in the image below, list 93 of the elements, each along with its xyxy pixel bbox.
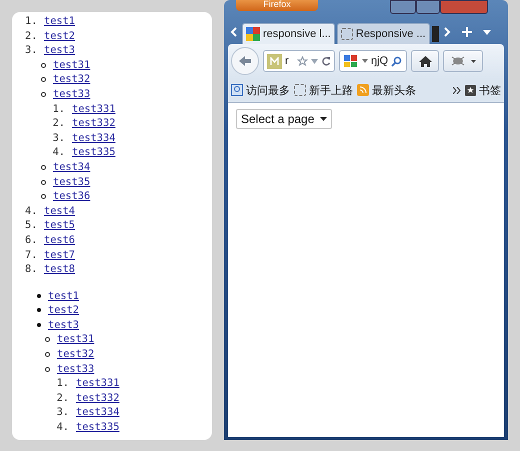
list-link[interactable]: test334 xyxy=(76,405,120,420)
list-number: 1. xyxy=(56,376,69,391)
list-number: 7. xyxy=(25,248,38,262)
back-button[interactable] xyxy=(231,47,259,75)
bullet-icon xyxy=(45,366,50,372)
tab-favicon-icon[interactable] xyxy=(432,26,439,42)
bullet-icon xyxy=(41,180,46,185)
list-link[interactable]: test335 xyxy=(72,145,116,160)
bullet-icon xyxy=(45,337,50,342)
bookmark-link[interactable]: 新手上路 xyxy=(294,82,353,98)
dropdown-caret-icon[interactable] xyxy=(362,59,368,63)
tab-list-caret-icon[interactable] xyxy=(482,30,491,34)
list-link[interactable]: test332 xyxy=(72,116,116,131)
list-link[interactable]: test36 xyxy=(53,189,90,204)
bullet-icon xyxy=(37,294,41,298)
bullet-icon xyxy=(37,322,41,327)
bookmark-link[interactable]: 访问最多 xyxy=(231,82,290,98)
favicon-icon xyxy=(246,27,260,41)
address-field[interactable]: r xyxy=(263,50,335,72)
list-link[interactable]: test331 xyxy=(72,102,116,116)
list-number: 1. xyxy=(52,102,65,116)
bookmarks-icon xyxy=(465,84,476,96)
maximize-button[interactable] xyxy=(416,0,440,14)
list-link[interactable]: test5 xyxy=(44,218,75,233)
list-link[interactable]: test332 xyxy=(76,390,120,406)
home-button[interactable] xyxy=(411,50,439,72)
list-link[interactable]: test1 xyxy=(44,14,75,29)
bullet-icon xyxy=(37,308,41,312)
list-link[interactable]: test33 xyxy=(53,86,90,102)
list-link[interactable]: test331 xyxy=(76,376,120,391)
blank-page-icon xyxy=(294,84,306,96)
site-icon xyxy=(267,54,282,68)
list-number: 2. xyxy=(56,390,69,406)
rss-icon xyxy=(357,84,369,96)
page-select[interactable]: Select a page xyxy=(236,109,332,129)
list-link[interactable]: test6 xyxy=(44,232,75,248)
bullet-icon xyxy=(41,92,46,97)
bookmark-link[interactable]: 最新头条 xyxy=(357,82,416,98)
bullet-icon xyxy=(41,194,46,200)
list-link[interactable]: test3 xyxy=(44,43,75,58)
list-link[interactable]: test33 xyxy=(57,362,94,376)
bug-icon xyxy=(450,55,466,67)
dropdown-caret-icon xyxy=(320,117,328,121)
bookmark-page-icon xyxy=(231,84,243,96)
list-number: 8. xyxy=(25,262,38,277)
list-number: 3. xyxy=(52,130,65,146)
list-link[interactable]: test31 xyxy=(57,332,94,348)
back-arrow-icon xyxy=(238,55,252,67)
list-link[interactable]: test3 xyxy=(48,318,79,332)
list-number: 4. xyxy=(56,420,69,435)
close-button[interactable] xyxy=(440,0,488,14)
list-number: 3. xyxy=(56,405,69,420)
home-icon xyxy=(418,56,432,66)
minimize-button[interactable] xyxy=(390,0,416,14)
bullet-icon xyxy=(41,164,46,170)
list-link[interactable]: test35 xyxy=(53,174,90,190)
browser-tab[interactable]: responsive l... xyxy=(242,23,335,44)
list-number: 2. xyxy=(25,28,38,44)
list-number: 3. xyxy=(25,43,38,58)
blank-page-icon xyxy=(340,28,353,40)
list-link[interactable]: test2 xyxy=(44,28,75,44)
browser-tab[interactable]: Responsive ... xyxy=(336,23,430,44)
bullet-icon xyxy=(45,352,50,358)
reload-icon[interactable] xyxy=(321,56,331,66)
list-link[interactable]: test335 xyxy=(76,420,120,435)
list-number: 1. xyxy=(25,14,38,29)
bullet-icon xyxy=(41,62,46,68)
list-link[interactable]: test7 xyxy=(44,248,75,262)
new-tab-icon[interactable] xyxy=(460,26,473,38)
list-link[interactable]: test8 xyxy=(44,262,75,277)
list-link[interactable]: test2 xyxy=(48,303,79,318)
tab-scroll-right-icon[interactable] xyxy=(442,27,451,37)
list-link[interactable]: test334 xyxy=(72,130,116,146)
star-icon[interactable] xyxy=(297,56,308,66)
list-link[interactable]: test32 xyxy=(57,347,94,362)
list-link[interactable]: test1 xyxy=(48,288,79,304)
bookmarks-menu[interactable]: 书签 xyxy=(465,82,501,98)
list-link[interactable]: test4 xyxy=(44,204,75,218)
list-link[interactable]: test34 xyxy=(53,160,90,175)
list-number: 4. xyxy=(52,145,65,160)
list-number: 2. xyxy=(52,116,65,131)
list-number: 5. xyxy=(25,218,38,233)
search-engine-icon xyxy=(343,54,359,68)
search-icon[interactable] xyxy=(391,56,402,66)
dropdown-caret-icon[interactable] xyxy=(471,60,476,62)
list-link[interactable]: test32 xyxy=(53,72,90,87)
bullet-icon xyxy=(41,77,46,82)
list-number: 6. xyxy=(25,232,38,248)
tab-scroll-left-icon[interactable] xyxy=(230,27,238,37)
list-number: 4. xyxy=(25,204,38,218)
search-field[interactable]: ŋjQ xyxy=(339,50,407,72)
list-link[interactable]: test31 xyxy=(53,58,90,72)
chevron-icon[interactable] xyxy=(453,86,461,94)
